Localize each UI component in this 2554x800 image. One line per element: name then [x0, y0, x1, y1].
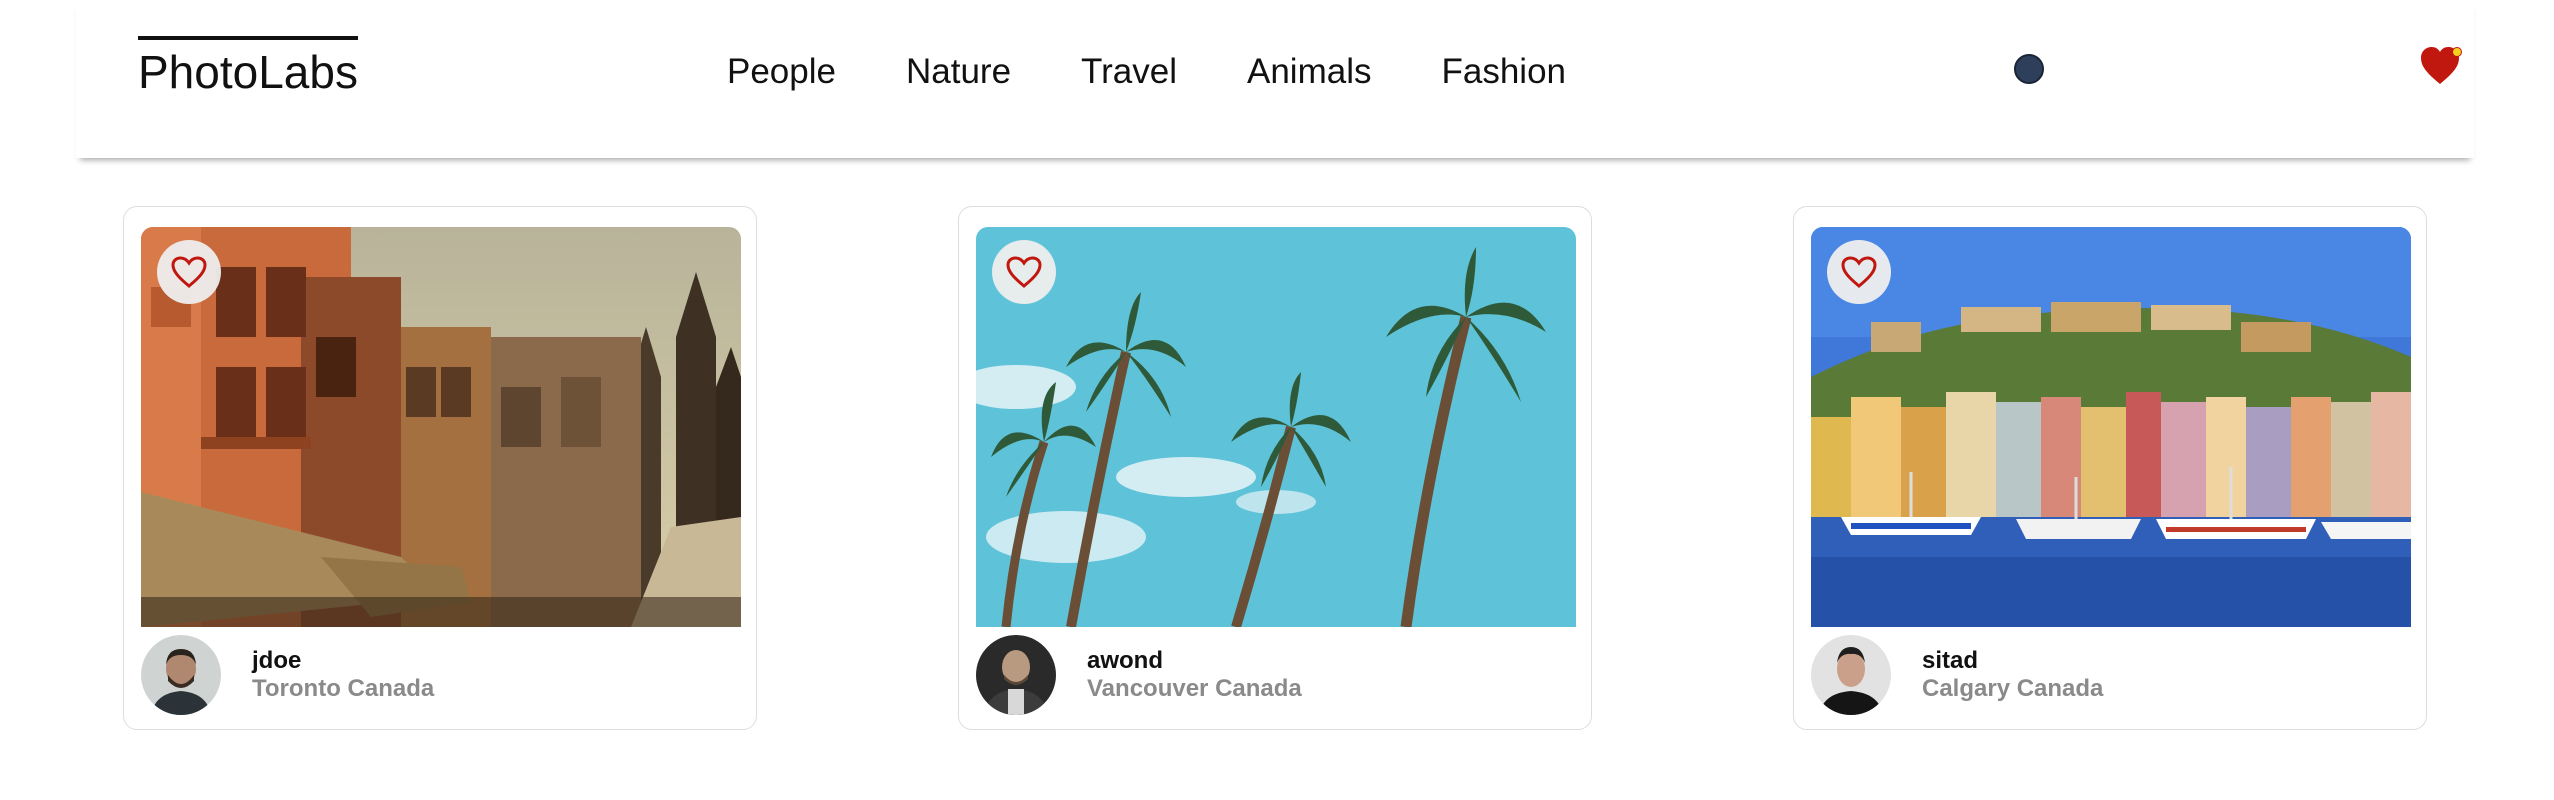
photo-list-item[interactable]: sitad Calgary Canada [1793, 206, 2427, 730]
user-avatar-photo [1811, 635, 1891, 715]
location: Calgary Canada [1922, 675, 2104, 702]
harbor-town-photo [1811, 227, 2411, 627]
photo-list-item[interactable]: awond Vancouver Canada [958, 206, 1592, 730]
photo-image[interactable] [976, 227, 1576, 627]
favorite-button[interactable] [1827, 240, 1891, 304]
heart-outline-icon [1006, 256, 1042, 288]
location: Toronto Canada [252, 675, 435, 702]
avatar [1811, 635, 1891, 715]
favorite-button[interactable] [157, 240, 221, 304]
photo-image[interactable] [141, 227, 741, 627]
city-buildings-photo [141, 227, 741, 627]
topic-travel[interactable]: Travel [1081, 40, 1177, 104]
username: awond [1087, 647, 1163, 674]
favorites-badge[interactable] [2420, 46, 2464, 86]
status-dot [2014, 54, 2044, 84]
photo-list-item[interactable]: jdoe Toronto Canada [123, 206, 757, 730]
favorite-button[interactable] [992, 240, 1056, 304]
user-avatar-photo [976, 635, 1056, 715]
logo[interactable]: PhotoLabs [138, 36, 358, 102]
username: jdoe [252, 647, 302, 674]
heart-outline-icon [171, 256, 207, 288]
photo-image[interactable] [1811, 227, 2411, 627]
user-avatar-photo [141, 635, 221, 715]
topic-people[interactable]: People [727, 40, 836, 104]
avatar [976, 635, 1056, 715]
heart-with-notification-icon [2421, 47, 2462, 84]
heart-outline-icon [1841, 256, 1877, 288]
topic-animals[interactable]: Animals [1247, 40, 1371, 104]
topic-fashion[interactable]: Fashion [1441, 40, 1566, 104]
topic-nature[interactable]: Nature [906, 40, 1011, 104]
top-navigation-bar: PhotoLabs People Nature Travel Animals F… [76, 0, 2474, 158]
topic-list: People Nature Travel Animals Fashion [727, 40, 1636, 104]
avatar [141, 635, 221, 715]
username: sitad [1922, 647, 1979, 674]
location: Vancouver Canada [1087, 675, 1302, 702]
palm-trees-photo [976, 227, 1576, 627]
